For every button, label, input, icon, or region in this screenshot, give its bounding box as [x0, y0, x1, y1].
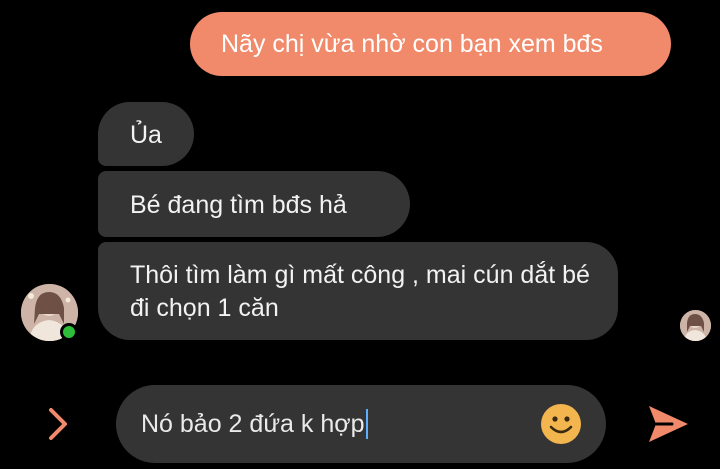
- online-status-indicator: [60, 323, 78, 341]
- seen-receipt-avatar: [680, 310, 711, 341]
- message-input[interactable]: Nó bảo 2 đứa k hợp: [116, 385, 606, 463]
- text-cursor: [365, 409, 368, 439]
- draft-text: Nó bảo 2 đứa k hợp: [141, 410, 365, 438]
- smiley-icon[interactable]: [540, 403, 582, 445]
- received-message-bubble[interactable]: Thôi tìm làm gì mất công , mai cún dắt b…: [98, 242, 618, 340]
- sent-message-text: Nãy chị vừa nhờ con bạn xem bđs: [221, 30, 603, 58]
- received-message-bubble[interactable]: Ủa: [98, 102, 194, 166]
- received-message-bubble[interactable]: Bé đang tìm bđs hả: [98, 171, 410, 237]
- send-icon[interactable]: [646, 403, 690, 445]
- sent-message-bubble[interactable]: Nãy chị vừa nhờ con bạn xem bđs: [190, 12, 671, 76]
- received-message-text: Bé đang tìm bđs hả: [130, 191, 347, 219]
- message-input-text[interactable]: Nó bảo 2 đứa k hợp: [141, 409, 368, 439]
- received-message-text: Ủa: [130, 121, 162, 149]
- chevron-right-icon[interactable]: [44, 406, 72, 442]
- received-message-text: Thôi tìm làm gì mất công , mai cún dắt b…: [130, 261, 590, 322]
